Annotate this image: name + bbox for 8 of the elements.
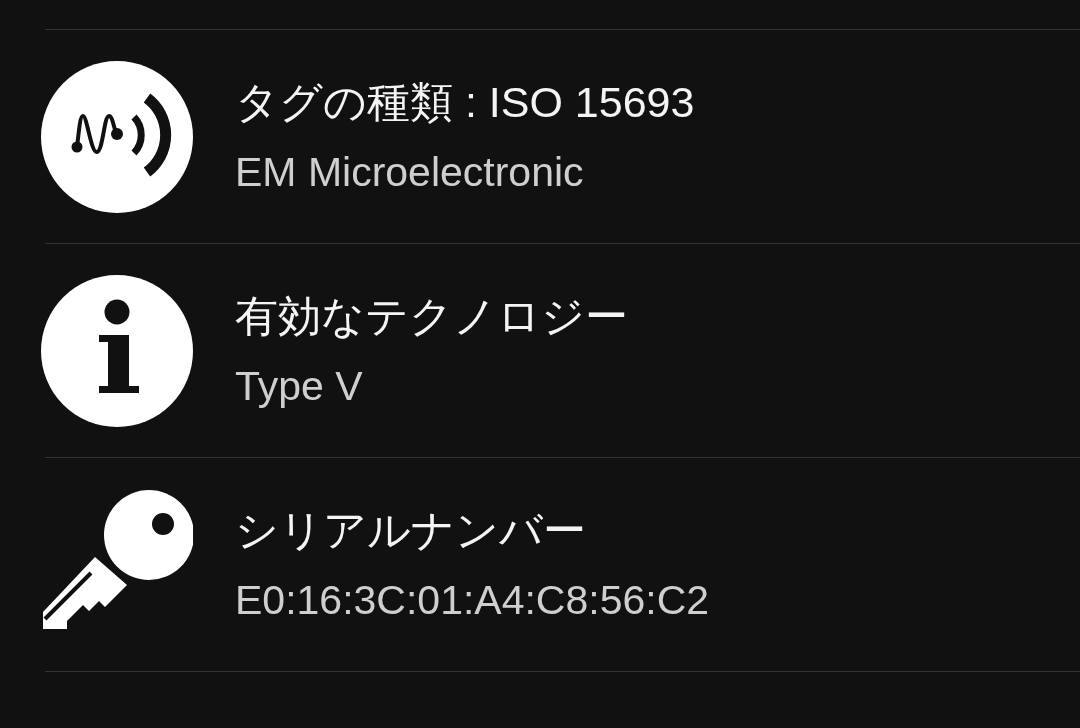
info-icon: [41, 274, 193, 427]
row-value: EM Microelectronic: [235, 147, 584, 197]
row-title: 有効なテクノロジー: [235, 290, 628, 342]
row-title: シリアルナンバー: [235, 504, 586, 556]
signal-wave-icon: [41, 60, 193, 213]
row-value: E0:16:3C:01:A4:C8:56:C2: [235, 575, 710, 625]
row-value: Type V: [235, 361, 363, 411]
row-title: タグの種類 : ISO 15693: [235, 76, 695, 128]
